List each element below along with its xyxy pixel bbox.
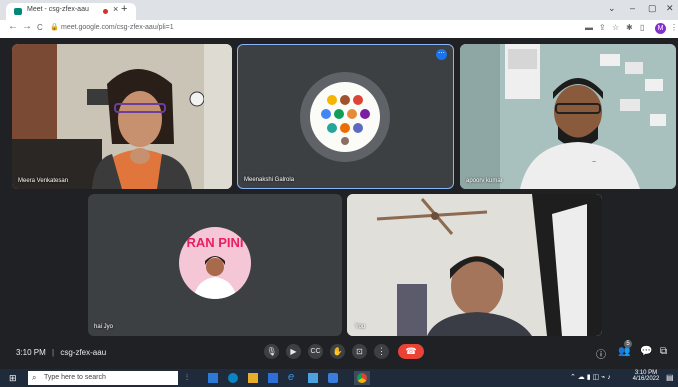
- meeting-details-icon[interactable]: ⓘ: [596, 346, 606, 361]
- participant-video: [12, 44, 232, 189]
- microphone-icon: 🎙: [266, 347, 277, 356]
- hand-icon: ✋: [332, 347, 343, 356]
- taskbar-clock[interactable]: 3:10 PM 4/16/2022: [630, 370, 662, 382]
- app-icon-2[interactable]: [228, 373, 238, 383]
- share-icon[interactable]: ⇪: [599, 23, 606, 32]
- people-count-badge: 5: [624, 340, 632, 348]
- bookmark-star-icon[interactable]: ☆: [612, 23, 619, 32]
- app-icon-5[interactable]: [328, 373, 338, 383]
- activities-icon[interactable]: ⧉: [660, 346, 667, 357]
- browser-tab[interactable]: Meet - csg-zfex-aau ×: [6, 3, 136, 20]
- reload-icon[interactable]: C: [37, 23, 43, 32]
- menu-kebab-icon[interactable]: ⋮: [670, 23, 678, 32]
- raise-hand-button[interactable]: ✋: [330, 344, 345, 359]
- search-icon: ⌕: [32, 373, 37, 382]
- new-tab-button[interactable]: +: [121, 3, 127, 15]
- meet-favicon-icon: [14, 8, 22, 15]
- lock-icon: 🔒: [50, 24, 59, 31]
- sidebar-icon[interactable]: ▯: [640, 23, 644, 32]
- more-vert-icon: ⋮: [377, 346, 386, 356]
- app-icon-1[interactable]: [208, 373, 218, 383]
- camera-icon[interactable]: ▬: [585, 23, 593, 32]
- taskbar-search[interactable]: ⌕ Type here to search: [28, 371, 178, 385]
- url-bar[interactable]: 🔒 meet.google.com/csg-zfex-aau/pli=1: [50, 23, 570, 35]
- profile-avatar[interactable]: M: [655, 23, 666, 34]
- system-tray-icons[interactable]: ⌃ ☁ ▮ ◫ ⌁ ♪: [570, 373, 611, 381]
- participant-name: apoorv kumar: [466, 178, 503, 184]
- captions-icon: CC: [310, 348, 321, 355]
- windows-taskbar: ⊞ ⌕ Type here to search ⫶ e ⌃ ☁ ▮ ◫ ⌁ ♪ …: [0, 369, 678, 387]
- microphone-button[interactable]: 🎙: [264, 344, 279, 359]
- browser-tab-bar: Meet - csg-zfex-aau × + ⌄ – ▢ ✕: [0, 0, 678, 20]
- captions-button[interactable]: CC: [308, 344, 323, 359]
- meet-stage: Meera Venkatesan ⋯ Meenakshi Galrola ~ a…: [0, 38, 678, 369]
- notification-icon[interactable]: ▤: [666, 373, 674, 382]
- participant-name: You: [355, 324, 366, 330]
- clock-date: 4/16/2022: [632, 376, 660, 382]
- minimize-button[interactable]: –: [630, 3, 635, 13]
- participant-avatar: [310, 82, 380, 152]
- search-placeholder: Type here to search: [44, 374, 106, 381]
- participant-tile-meera[interactable]: Meera Venkatesan: [12, 44, 232, 189]
- avatar-photo: [193, 256, 237, 299]
- task-view-icon[interactable]: ⫶: [186, 373, 188, 383]
- present-screen-icon: ⊡: [356, 347, 363, 356]
- recording-dot-icon: [103, 9, 108, 14]
- more-options-button[interactable]: ⋮: [374, 344, 389, 359]
- app-icon-4[interactable]: [308, 373, 318, 383]
- present-button[interactable]: ⊡: [352, 344, 367, 359]
- meeting-info: 3:10 PM | csg-zfex-aau: [16, 348, 106, 357]
- participant-name: Meera Venkatesan: [18, 178, 69, 184]
- edge-icon[interactable]: e: [288, 371, 294, 383]
- chat-icon[interactable]: 💬: [640, 346, 652, 357]
- meeting-time: 3:10 PM: [16, 348, 46, 357]
- windows-start-icon[interactable]: ⊞: [9, 373, 17, 384]
- camera-button[interactable]: ▶: [286, 344, 301, 359]
- back-icon[interactable]: ←: [8, 21, 18, 32]
- extensions-icon[interactable]: ✱: [626, 23, 633, 32]
- participant-avatar: RAN PINI: [179, 227, 251, 299]
- participant-tile-you[interactable]: You: [347, 194, 602, 336]
- svg-text:~: ~: [592, 159, 596, 166]
- more-options-icon[interactable]: ⋯: [436, 49, 447, 60]
- tab-search-icon[interactable]: ⌄: [608, 3, 616, 14]
- participant-video: ~: [460, 44, 676, 189]
- camera-icon: ▶: [290, 347, 297, 356]
- url-text: meet.google.com/csg-zfex-aau/pli=1: [61, 24, 174, 31]
- meeting-separator: |: [52, 348, 55, 357]
- tab-close-icon[interactable]: ×: [113, 4, 118, 14]
- chrome-icon: [357, 373, 367, 383]
- participant-tile-hai-jyo[interactable]: RAN PINI hai Jyo: [88, 194, 342, 336]
- participant-tile-meenakshi[interactable]: ⋯ Meenakshi Galrola: [237, 44, 454, 189]
- participant-name: hai Jyo: [94, 324, 114, 330]
- leave-call-button[interactable]: ☎: [398, 344, 424, 359]
- meeting-code: csg-zfex-aau: [60, 348, 107, 357]
- end-call-icon: ☎: [405, 346, 417, 356]
- self-video: [347, 194, 602, 336]
- address-toolbar: ← → C 🔒 meet.google.com/csg-zfex-aau/pli…: [0, 20, 678, 39]
- tab-title: Meet - csg-zfex-aau: [27, 6, 89, 13]
- participant-tile-apoorv[interactable]: ~ apoorv kumar: [460, 44, 676, 189]
- forward-icon[interactable]: →: [22, 21, 32, 32]
- maximize-button[interactable]: ▢: [648, 3, 657, 14]
- app-icon-3[interactable]: [268, 373, 278, 383]
- participant-name: Meenakshi Galrola: [244, 177, 295, 183]
- close-window-button[interactable]: ✕: [666, 3, 674, 14]
- file-explorer-icon[interactable]: [248, 373, 258, 383]
- chrome-taskbar-button[interactable]: [354, 371, 370, 385]
